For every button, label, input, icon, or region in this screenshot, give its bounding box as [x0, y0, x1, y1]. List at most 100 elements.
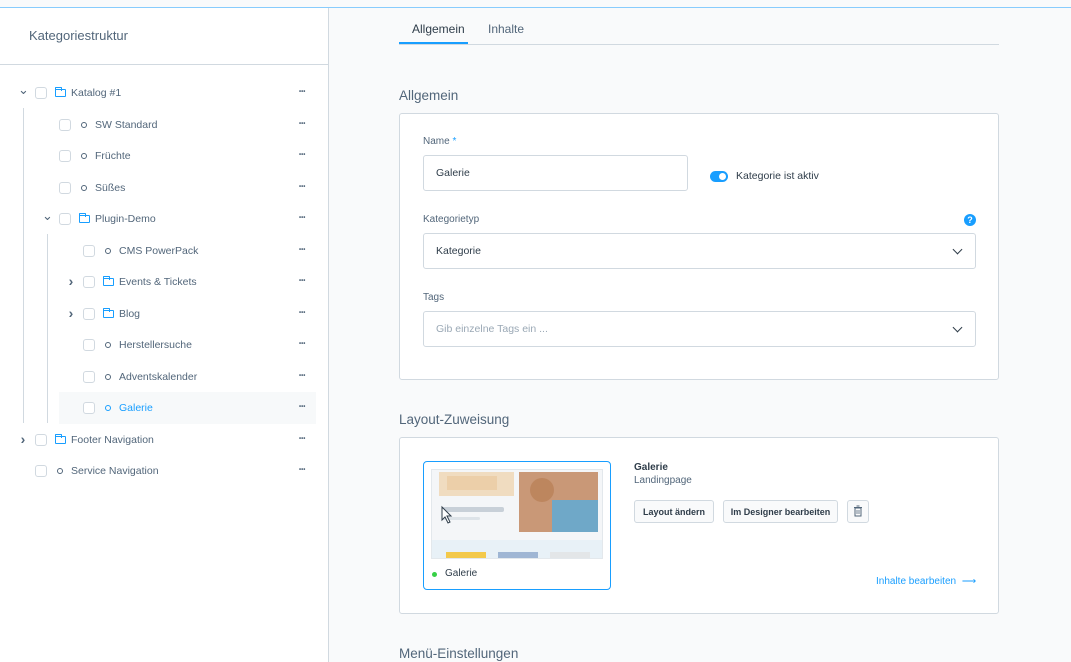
help-icon[interactable]: ? — [964, 214, 976, 226]
more-options-icon[interactable]: ••• — [299, 215, 305, 221]
folder-icon — [102, 276, 114, 286]
tree-item-checkbox[interactable] — [59, 118, 71, 131]
tree-item[interactable]: Herstellersuche ••• — [0, 329, 328, 361]
change-layout-button[interactable]: Layout ändern — [634, 500, 714, 523]
tree-item-label: CMS PowerPack — [119, 244, 199, 257]
active-tab-indicator — [399, 42, 468, 44]
tree-item-checkbox[interactable] — [59, 181, 71, 194]
active-toggle-label: Kategorie ist aktiv — [736, 170, 819, 182]
tree-item-checkbox[interactable] — [59, 150, 71, 162]
more-options-icon[interactable]: ••• — [299, 341, 305, 347]
folder-icon — [102, 307, 114, 318]
tree-item-checkbox[interactable] — [83, 370, 95, 383]
layout-name: Galerie — [634, 462, 668, 473]
more-options-icon[interactable]: ••• — [299, 121, 305, 127]
arrow-right-icon: ⟶ — [961, 576, 977, 587]
tree-item[interactable]: ⌄ Plugin-Demo ••• — [0, 203, 328, 235]
folder-icon — [78, 213, 90, 223]
tree-item-label: Events & Tickets — [119, 276, 197, 288]
category-dot-icon — [57, 468, 63, 474]
tree-item[interactable]: › Events & Tickets ••• — [0, 266, 328, 298]
category-dot-icon — [105, 342, 111, 348]
tree-item-checkbox[interactable] — [59, 213, 71, 225]
tree-item[interactable]: Adventskalender ••• — [0, 361, 328, 393]
layout-preview-image — [431, 469, 603, 559]
tags-input[interactable]: Gib einzelne Tags ein ... — [423, 311, 976, 347]
tab-bar: Allgemein Inhalte — [399, 8, 999, 45]
category-sidebar: Kategoriestruktur ⌄ Katalog #1 ••• SW Stand… — [0, 8, 329, 662]
tree-item[interactable]: Süßes ••• — [0, 172, 328, 204]
tree-item-label: Blog — [119, 307, 141, 320]
category-type-value: Kategorie — [436, 245, 481, 257]
chevron-down-icon — [952, 322, 963, 333]
more-options-icon[interactable]: ••• — [299, 247, 305, 253]
tree-item-label: Früchte — [95, 150, 131, 162]
tree-item-checkbox[interactable] — [83, 402, 95, 414]
edit-contents-link-label: Inhalte bearbeiten — [876, 576, 957, 587]
tab-general[interactable]: Allgemein — [412, 22, 465, 36]
section-title-layout: Layout-Zuweisung — [399, 412, 510, 427]
layout-card: Galerie Galerie Landingpage Layout änder… — [399, 437, 999, 614]
more-options-icon[interactable]: ••• — [299, 89, 305, 95]
name-input[interactable]: Galerie — [423, 155, 688, 191]
tree-item-checkbox[interactable] — [35, 87, 47, 99]
tree-item-label: Plugin-Demo — [95, 213, 156, 225]
main-content: Allgemein Inhalte Allgemein Name * Galer… — [329, 8, 1071, 662]
category-dot-icon — [105, 373, 111, 380]
tree-item[interactable]: Galerie ••• — [59, 392, 316, 424]
tree-item-label: Katalog #1 — [71, 87, 122, 99]
tree-item[interactable]: Service Navigation ••• — [0, 455, 328, 487]
chevron-down-icon — [952, 244, 963, 255]
more-options-icon[interactable]: ••• — [299, 436, 305, 442]
tree-item-checkbox[interactable] — [35, 465, 47, 477]
category-dot-icon — [81, 121, 87, 128]
folder-icon — [54, 433, 66, 444]
tree-item-checkbox[interactable] — [35, 433, 47, 446]
layout-type: Landingpage — [634, 475, 692, 486]
tree-item[interactable]: ⌄ Katalog #1 ••• — [0, 77, 328, 109]
edit-contents-link[interactable]: Inhalte bearbeiten ⟶ — [876, 576, 976, 587]
tree-item-checkbox[interactable] — [83, 276, 95, 288]
general-card: Name * Galerie Kategorie ist aktiv Kateg… — [399, 113, 999, 380]
tab-contents[interactable]: Inhalte — [488, 22, 524, 36]
tree-item-label: Adventskalender — [119, 370, 198, 383]
category-dot-icon — [105, 247, 111, 254]
tree-item-checkbox[interactable] — [83, 307, 95, 320]
more-options-icon[interactable]: ••• — [299, 278, 305, 284]
layout-preview-card[interactable]: Galerie — [423, 461, 611, 590]
tree-item-label: Footer Navigation — [71, 433, 154, 446]
sidebar-title: Kategoriestruktur — [0, 8, 328, 65]
more-options-icon[interactable]: ••• — [299, 467, 305, 473]
tree-item[interactable]: Früchte ••• — [0, 140, 328, 172]
tree-item-checkbox[interactable] — [83, 339, 95, 351]
category-dot-icon — [105, 405, 111, 411]
tree-item-checkbox[interactable] — [83, 244, 95, 257]
trash-icon — [854, 505, 862, 517]
folder-icon — [54, 87, 66, 97]
edit-in-designer-button[interactable]: Im Designer bearbeiten — [723, 500, 838, 523]
delete-layout-button[interactable] — [847, 500, 869, 523]
preview-label: Galerie — [445, 568, 478, 579]
tree-item-label: Service Navigation — [71, 465, 159, 477]
tree-item[interactable]: SW Standard ••• — [0, 109, 328, 141]
active-toggle[interactable] — [710, 171, 728, 182]
chevron-down-icon[interactable]: ⌄ — [18, 82, 29, 98]
more-options-icon[interactable]: ••• — [299, 184, 305, 190]
status-dot — [432, 572, 437, 577]
chevron-right-icon[interactable]: › — [66, 305, 76, 321]
more-options-icon[interactable]: ••• — [299, 373, 305, 379]
section-title-general: Allgemein — [399, 88, 459, 103]
tree-item-label: Galerie — [119, 402, 153, 414]
chevron-right-icon[interactable]: › — [18, 431, 28, 447]
chevron-right-icon[interactable]: › — [66, 273, 76, 289]
tree-item[interactable]: › Footer Navigation ••• — [0, 424, 328, 456]
chevron-down-icon[interactable]: ⌄ — [42, 208, 53, 224]
tree-item[interactable]: CMS PowerPack ••• — [0, 235, 328, 267]
more-options-icon[interactable]: ••• — [299, 152, 305, 158]
more-options-icon[interactable]: ••• — [299, 310, 305, 316]
more-options-icon[interactable]: ••• — [299, 404, 305, 410]
tree-item[interactable]: › Blog ••• — [0, 298, 328, 330]
category-dot-icon — [81, 153, 87, 159]
category-type-select[interactable]: Kategorie — [423, 233, 976, 269]
category-dot-icon — [81, 184, 87, 191]
